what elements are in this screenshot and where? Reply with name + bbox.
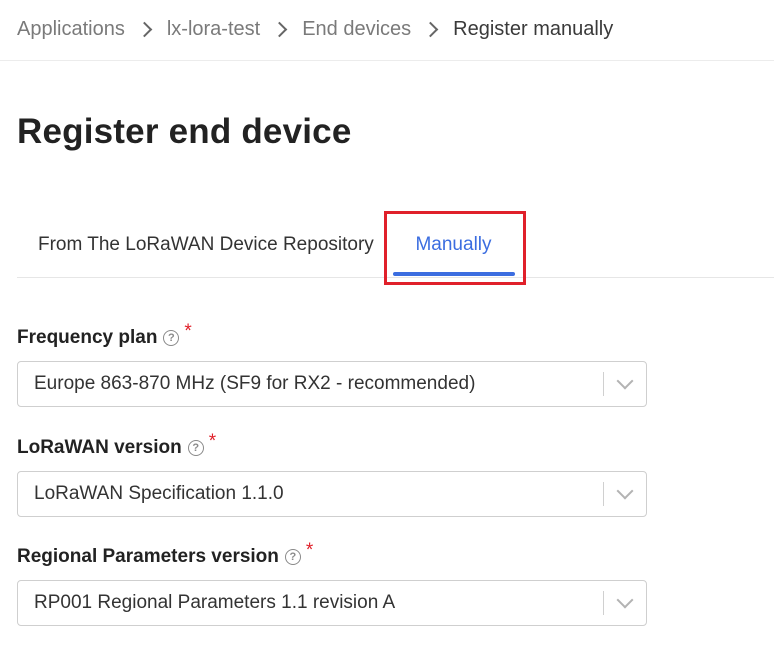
breadcrumb-applications[interactable]: Applications: [17, 18, 125, 41]
lorawan-version-field: LoRaWAN version ? * LoRaWAN Specificatio…: [17, 431, 647, 517]
frequency-plan-label-row: Frequency plan ? *: [17, 321, 647, 351]
regional-parameters-field: Regional Parameters version ? * RP001 Re…: [17, 540, 647, 626]
tab-bar: From The LoRaWAN Device Repository Manua…: [17, 214, 774, 278]
breadcrumb-current: Register manually: [453, 17, 614, 40]
header-divider: [0, 60, 774, 61]
regional-parameters-label: Regional Parameters version: [17, 546, 279, 567]
frequency-plan-select[interactable]: Europe 863-870 MHz (SF9 for RX2 - recomm…: [17, 361, 647, 407]
frequency-plan-field: Frequency plan ? * Europe 863-870 MHz (S…: [17, 321, 647, 407]
page: Applications lx-lora-test End devices Re…: [0, 0, 774, 648]
chevron-right-icon: [136, 21, 153, 37]
required-indicator: *: [305, 540, 314, 561]
regional-parameters-value: RP001 Regional Parameters 1.1 revision A: [34, 592, 396, 613]
help-icon[interactable]: ?: [284, 549, 301, 565]
page-title: Register end device: [17, 112, 352, 151]
lorawan-version-value: LoRaWAN Specification 1.1.0: [34, 483, 284, 504]
required-indicator: *: [208, 431, 217, 452]
lorawan-version-label-row: LoRaWAN version ? *: [17, 431, 647, 461]
tab-device-repository[interactable]: From The LoRaWAN Device Repository: [25, 214, 385, 276]
lorawan-version-label: LoRaWAN version: [17, 437, 182, 458]
frequency-plan-value: Europe 863-870 MHz (SF9 for RX2 - recomm…: [34, 373, 476, 394]
chevron-right-icon: [271, 21, 288, 37]
active-tab-indicator: [393, 272, 515, 276]
help-icon[interactable]: ?: [187, 440, 204, 456]
chevron-down-icon[interactable]: [604, 472, 646, 516]
tab-manually[interactable]: Manually: [393, 214, 514, 276]
regional-parameters-label-row: Regional Parameters version ? *: [17, 540, 647, 570]
help-icon[interactable]: ?: [163, 330, 180, 346]
regional-parameters-select[interactable]: RP001 Regional Parameters 1.1 revision A: [17, 580, 647, 626]
breadcrumb-application[interactable]: lx-lora-test: [167, 18, 260, 41]
chevron-right-icon: [422, 21, 439, 37]
breadcrumb-end-devices[interactable]: End devices: [302, 18, 411, 41]
lorawan-version-select[interactable]: LoRaWAN Specification 1.1.0: [17, 471, 647, 517]
required-indicator: *: [184, 321, 192, 342]
breadcrumb: Applications lx-lora-test End devices Re…: [17, 14, 613, 44]
chevron-down-icon[interactable]: [604, 581, 646, 625]
chevron-down-icon[interactable]: [604, 362, 646, 406]
frequency-plan-label: Frequency plan: [17, 327, 158, 348]
